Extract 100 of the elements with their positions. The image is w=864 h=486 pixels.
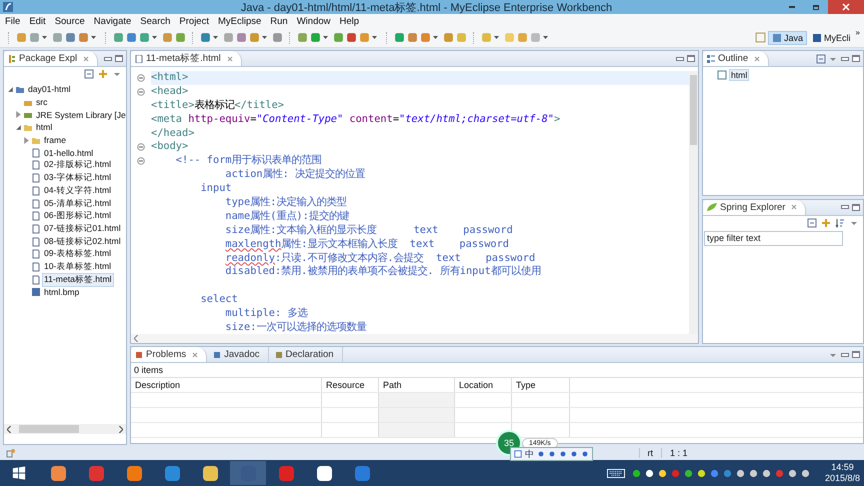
package-tree-icon[interactable] xyxy=(8,54,16,62)
caret-icon[interactable] xyxy=(543,36,548,39)
toolbar-icon[interactable] xyxy=(394,32,405,43)
menu-item[interactable]: Project xyxy=(179,16,209,26)
column-header[interactable]: Description xyxy=(131,378,322,392)
perspective-overflow-button[interactable]: » xyxy=(856,28,860,37)
toolbar-icon[interactable] xyxy=(126,32,137,43)
toolbar-icon[interactable] xyxy=(407,32,418,43)
column-header[interactable]: Location xyxy=(455,378,512,392)
tree-item[interactable]: day01-html xyxy=(26,83,73,96)
toolbar-icon[interactable] xyxy=(162,32,173,43)
horizontal-scrollbar[interactable] xyxy=(4,424,126,434)
menu-item[interactable]: Run xyxy=(270,16,288,26)
caret-icon[interactable] xyxy=(323,36,328,39)
toolbar-icon[interactable] xyxy=(175,32,186,43)
maximize-view-icon[interactable] xyxy=(686,54,695,63)
column-header[interactable]: Resource xyxy=(322,378,379,392)
minimize-view-icon[interactable] xyxy=(840,350,849,359)
tree-item[interactable]: 11-meta标签.html xyxy=(42,272,114,287)
leaf-icon[interactable] xyxy=(707,203,717,211)
close-icon[interactable] xyxy=(791,204,798,210)
close-icon[interactable] xyxy=(83,56,90,62)
menu-item[interactable]: File xyxy=(5,16,20,26)
panel-tab[interactable]: Javadoc xyxy=(209,347,269,362)
menu-item[interactable]: Navigate xyxy=(94,16,132,26)
collapse-all-icon[interactable] xyxy=(84,69,94,79)
toolbar-icon[interactable] xyxy=(200,32,211,43)
link-editor-icon[interactable] xyxy=(98,69,108,79)
minimize-view-icon[interactable] xyxy=(840,54,849,63)
ime-mode-button[interactable]: 中 xyxy=(525,448,534,460)
caret-icon[interactable] xyxy=(494,36,499,39)
tree-item[interactable]: frame xyxy=(42,134,68,146)
perspective-button[interactable]: Java xyxy=(768,30,808,44)
caret-icon[interactable] xyxy=(262,36,267,39)
outline-item[interactable]: html xyxy=(729,69,750,81)
perspective-icon[interactable] xyxy=(812,32,822,42)
expand-toggle-icon[interactable] xyxy=(15,111,22,118)
tree-item[interactable]: 01-hello.html xyxy=(42,146,96,159)
tree-item[interactable]: html xyxy=(34,121,54,134)
tree-item[interactable]: 06-图形标记.html xyxy=(42,209,114,224)
clock-time[interactable]: 14:59 xyxy=(831,462,854,473)
close-icon[interactable] xyxy=(192,352,198,358)
tree-item[interactable]: 09-表格标签.html xyxy=(42,247,114,262)
tree-item[interactable]: 04-转义字符.html xyxy=(42,184,114,198)
tab-icon[interactable] xyxy=(213,350,222,358)
perspective-button[interactable]: MyEcli xyxy=(809,32,854,44)
keyboard-icon[interactable] xyxy=(606,468,625,478)
panel-tab[interactable]: Problems xyxy=(131,347,208,362)
tree-item[interactable]: 08-链接标记02.html xyxy=(42,234,123,249)
tab-icon[interactable] xyxy=(274,350,283,358)
windows-logo-icon[interactable] xyxy=(12,466,26,480)
tree-item[interactable]: 03-字体标记.html xyxy=(42,171,114,186)
spring-explorer-tab[interactable]: Spring Explorer xyxy=(703,200,806,214)
caret-icon[interactable] xyxy=(433,36,438,39)
collapse-all-icon[interactable] xyxy=(816,54,826,64)
tree-item[interactable]: 10-表单标签.html xyxy=(42,260,114,274)
tree-item[interactable]: 07-链接标记01.html xyxy=(42,222,123,236)
close-button[interactable] xyxy=(828,0,864,14)
close-icon[interactable] xyxy=(226,56,233,62)
expand-toggle-icon[interactable] xyxy=(15,124,22,131)
caret-icon[interactable] xyxy=(152,36,157,39)
toolbar-icon[interactable] xyxy=(52,32,63,43)
outline-icon[interactable] xyxy=(707,54,715,62)
ime-logo-icon[interactable] xyxy=(514,450,522,458)
tree-item[interactable]: JRE System Library [Je xyxy=(34,108,128,121)
menu-item[interactable]: Edit xyxy=(29,16,46,26)
editor-tab[interactable]: 11-meta标签.html xyxy=(131,51,242,66)
toolbar-icon[interactable] xyxy=(16,32,27,43)
fold-toggle-icon[interactable] xyxy=(137,88,145,96)
menu-item[interactable]: Help xyxy=(340,16,360,26)
tree-item[interactable]: 05-清单标记.html xyxy=(42,196,114,211)
tree-item[interactable]: html.bmp xyxy=(42,286,82,298)
vertical-scrollbar[interactable] xyxy=(689,71,698,334)
open-perspective-icon[interactable] xyxy=(755,32,766,43)
toolbar-icon[interactable] xyxy=(223,32,234,43)
link-editor-icon[interactable] xyxy=(821,218,831,228)
maximize-view-icon[interactable] xyxy=(851,202,860,212)
menu-item[interactable]: MyEclipse xyxy=(218,16,262,26)
menu-item[interactable]: Window xyxy=(296,16,331,26)
horizontal-scrollbar[interactable] xyxy=(131,334,698,343)
toolbar-icon[interactable] xyxy=(443,32,454,43)
toolbar-icon[interactable] xyxy=(65,32,76,43)
menu-item[interactable]: Source xyxy=(54,16,85,26)
column-header[interactable]: Type xyxy=(512,378,570,392)
toolbar-icon[interactable] xyxy=(113,32,124,43)
toolbar-icon[interactable] xyxy=(272,32,283,43)
perspective-icon[interactable] xyxy=(772,32,782,42)
clock-date[interactable]: 2015/8/8 xyxy=(824,473,860,484)
expand-toggle-icon[interactable] xyxy=(23,136,30,144)
minimize-view-icon[interactable] xyxy=(840,202,849,212)
maximize-view-icon[interactable] xyxy=(851,350,860,359)
toolbar-icon[interactable] xyxy=(297,32,308,43)
tree-item[interactable]: 02-排版标记.html xyxy=(42,158,114,172)
fold-toggle-icon[interactable] xyxy=(137,157,145,166)
maximize-view-icon[interactable] xyxy=(851,54,860,63)
column-header[interactable]: Path xyxy=(379,378,455,392)
fold-toggle-icon[interactable] xyxy=(137,74,145,82)
caret-icon[interactable] xyxy=(213,36,218,39)
expand-toggle-icon[interactable] xyxy=(7,86,14,93)
minimize-view-icon[interactable] xyxy=(675,54,684,63)
